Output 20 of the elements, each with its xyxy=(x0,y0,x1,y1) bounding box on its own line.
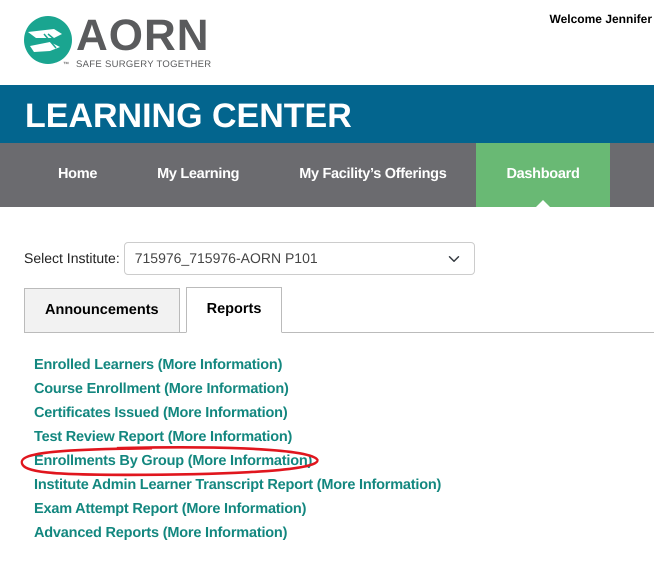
report-link[interactable]: Exam Attempt Report (More Information) xyxy=(34,501,306,517)
institute-label: Select Institute: xyxy=(24,249,120,268)
banner-title: LEARNING CENTER xyxy=(25,97,352,135)
welcome-text: Welcome Jennifer xyxy=(550,12,652,26)
nav-item[interactable]: My Facility’s Offerings xyxy=(269,143,476,207)
logo-tagline: SAFE SURGERY TOGETHER xyxy=(76,60,212,70)
tab[interactable]: Announcements xyxy=(24,288,180,333)
logo-name: AORN xyxy=(76,14,211,58)
report-link[interactable]: Test Review Report (More Information) xyxy=(34,429,292,445)
nav-item[interactable]: Dashboard xyxy=(476,143,610,207)
report-link[interactable]: Enrollments By Group (More Information) xyxy=(34,453,312,469)
institute-select[interactable]: 715976_715976-AORN P101 xyxy=(124,242,475,275)
report-link[interactable]: Enrolled Learners (More Information) xyxy=(34,357,282,373)
report-link[interactable]: Advanced Reports (More Information) xyxy=(34,525,288,541)
tab[interactable]: Reports xyxy=(186,287,282,333)
nav-item[interactable]: My Learning xyxy=(127,143,270,207)
report-link[interactable]: Institute Admin Learner Transcript Report (More Information) xyxy=(34,477,442,493)
report-link[interactable]: Certificates Issued (More Information) xyxy=(34,405,288,421)
nav-item[interactable]: Home xyxy=(28,143,128,207)
report-link[interactable]: Course Enrollment (More Information) xyxy=(34,381,289,397)
